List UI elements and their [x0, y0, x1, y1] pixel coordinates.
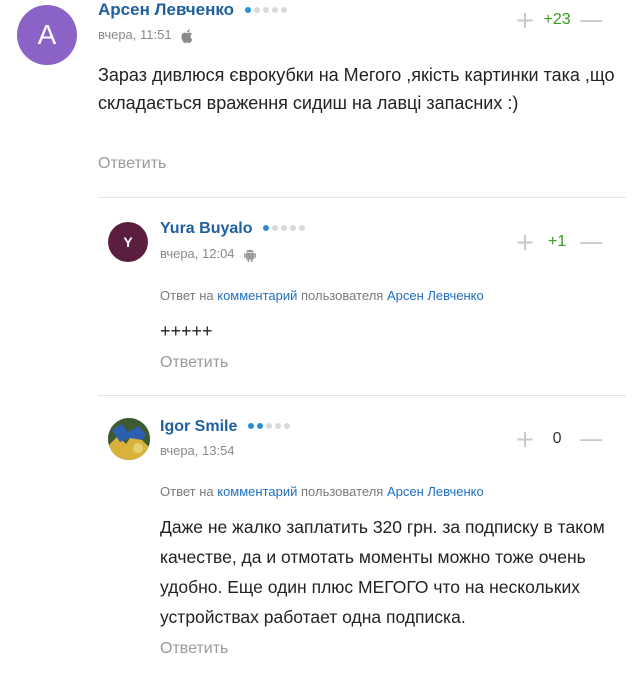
- reply-button[interactable]: Ответить: [98, 155, 166, 173]
- comment-author[interactable]: Yura Buyalo: [160, 220, 305, 238]
- divider: [98, 197, 626, 198]
- comment-meta: вчера, 13:54: [160, 443, 235, 458]
- upvote-button[interactable]: +: [515, 427, 535, 451]
- avatar-letter: А: [37, 19, 57, 50]
- reply-user-link[interactable]: Арсен Левченко: [387, 288, 484, 303]
- apple-icon: [181, 28, 193, 43]
- rating-dots: [244, 6, 287, 13]
- reply-to-info: Ответ на комментарий пользователя Арсен …: [160, 484, 484, 499]
- reply-user-link[interactable]: Арсен Левченко: [387, 484, 484, 499]
- comment-time: вчера, 11:51: [98, 27, 172, 42]
- vote-controls: + +1 —: [515, 230, 603, 254]
- author-name[interactable]: Yura Buyalo: [160, 220, 252, 237]
- avatar-letter: Y: [123, 234, 133, 250]
- comment-text: Зараз дивлюся єврокубки на Мегого ,якіст…: [98, 65, 615, 113]
- comment-author[interactable]: Igor Smile: [160, 418, 290, 436]
- comment-text: Даже не жалко заплатить 320 грн. за подп…: [160, 517, 605, 627]
- reply-middle: пользователя: [301, 288, 384, 303]
- vote-controls: + 0 —: [515, 427, 603, 451]
- upvote-button[interactable]: +: [515, 230, 535, 254]
- avatar[interactable]: [108, 418, 150, 460]
- vote-score: +1: [547, 233, 567, 250]
- reply-comment-link[interactable]: комментарий: [217, 484, 297, 499]
- downvote-button[interactable]: —: [579, 230, 603, 254]
- comment-time: вчера, 12:04: [160, 246, 235, 261]
- android-icon: [244, 248, 257, 262]
- rating-dots: [247, 422, 290, 429]
- reply-button[interactable]: Ответить: [160, 354, 228, 372]
- upvote-button[interactable]: +: [515, 8, 535, 32]
- reply-to-info: Ответ на комментарий пользователя Арсен …: [160, 288, 484, 303]
- avatar[interactable]: Y: [108, 222, 148, 262]
- author-name[interactable]: Igor Smile: [160, 418, 237, 435]
- reply-button[interactable]: Ответить: [160, 640, 228, 658]
- divider: [98, 395, 626, 396]
- downvote-button[interactable]: —: [579, 427, 603, 451]
- reply-prefix: Ответ на: [160, 288, 214, 303]
- downvote-button[interactable]: —: [579, 8, 603, 32]
- avatar-image: [108, 418, 150, 460]
- rating-dots: [262, 224, 305, 231]
- reply-prefix: Ответ на: [160, 484, 214, 499]
- vote-score: 0: [552, 430, 562, 447]
- vote-controls: + +23 —: [515, 8, 603, 32]
- vote-score: +23: [543, 11, 571, 28]
- comment-meta: вчера, 12:04: [160, 246, 257, 262]
- reply-comment-link[interactable]: комментарий: [217, 288, 297, 303]
- author-name[interactable]: Арсен Левченко: [98, 0, 234, 19]
- comment-author[interactable]: Арсен Левченко: [98, 0, 287, 20]
- reply-middle: пользователя: [301, 484, 384, 499]
- avatar[interactable]: А: [17, 5, 77, 65]
- comment-text: +++++: [160, 321, 213, 341]
- comment-time: вчера, 13:54: [160, 443, 235, 458]
- comment-meta: вчера, 11:51: [98, 27, 193, 43]
